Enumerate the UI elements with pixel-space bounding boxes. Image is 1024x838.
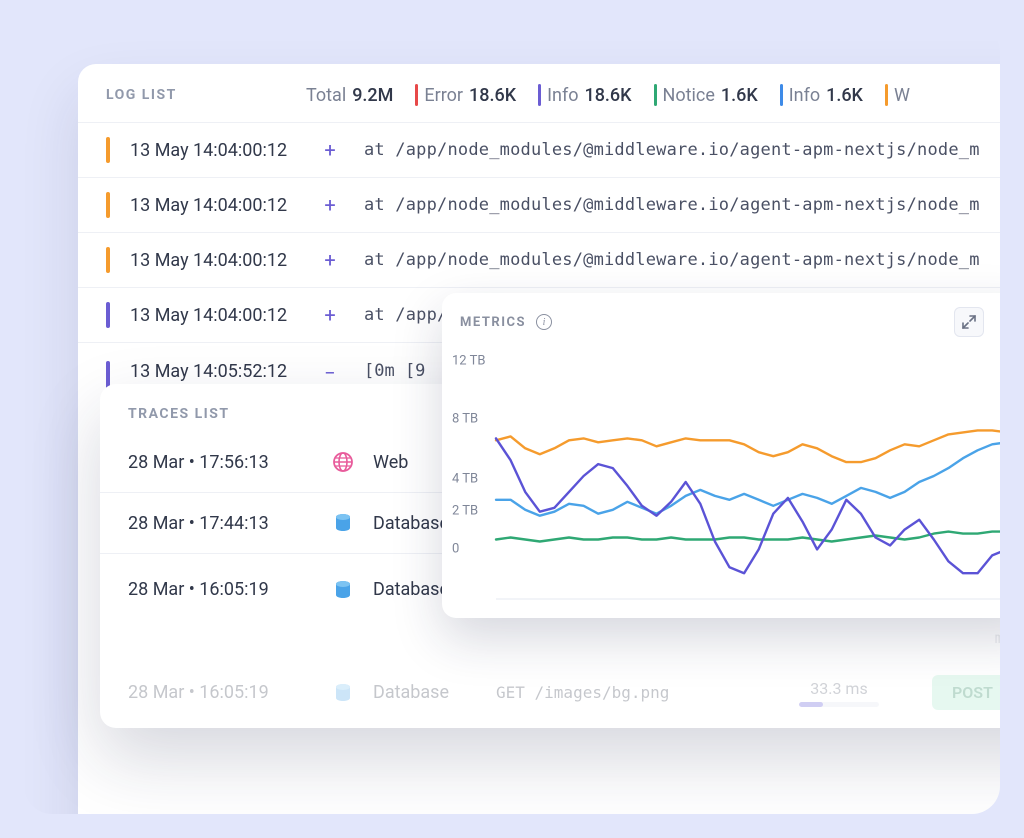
log-list-title: LOG LIST	[106, 87, 286, 103]
metrics-chart: 12 TB 8 TB 4 TB 2 TB 0	[442, 351, 1000, 611]
log-stat[interactable]: Total 9.2M	[306, 85, 393, 106]
stat-value: 1.6K	[826, 85, 863, 106]
log-stat[interactable]: Notice 1.6K	[654, 84, 758, 106]
info-icon[interactable]: i	[536, 314, 552, 330]
chart-ytick: 4 TB	[452, 472, 478, 487]
trace-latency: 33.3 ms	[764, 679, 914, 707]
expand-toggle-icon[interactable]: +	[318, 138, 342, 162]
log-timestamp: 13 May 14:04:00:12	[130, 250, 318, 271]
log-timestamp: 13 May 14:04:00:12	[130, 140, 318, 161]
metrics-title: METRICS	[460, 315, 526, 330]
stat-value: 18.6K	[469, 85, 516, 106]
stat-label: Info	[547, 85, 578, 106]
stat-label: Total	[306, 85, 346, 106]
severity-bar-icon	[106, 302, 110, 328]
stage: LOG LIST Total 9.2M Error 18.6K Info 18.6K Not…	[24, 24, 1000, 814]
expand-icon[interactable]	[954, 307, 984, 337]
log-message: at /app/node_modules/@middleware.io/agen…	[364, 250, 980, 270]
latency-value: 33.3 ms	[810, 679, 867, 698]
stat-bar-icon	[654, 84, 657, 106]
stat-label: W	[894, 85, 910, 106]
chart-ytick: 0	[452, 542, 459, 557]
stat-value: 1.6K	[721, 85, 758, 106]
latency-bar	[799, 702, 879, 707]
chart-ytick: 8 TB	[452, 412, 478, 427]
chart-series-green	[496, 532, 1000, 542]
log-row[interactable]: 13 May 14:04:00:12+ at /app/node_modules/…	[78, 232, 1000, 287]
log-row[interactable]: 13 May 14:04:00:12+ at /app/node_modules/…	[78, 177, 1000, 232]
stat-bar-icon	[885, 84, 888, 106]
trace-meta-line: mw_agent true	[100, 625, 1000, 657]
log-expanded-line: [0m [9	[364, 361, 425, 381]
stat-label: Notice	[663, 85, 715, 106]
log-message: at /app/node_modules/@middleware.io/agen…	[364, 195, 980, 215]
log-stat[interactable]: Info 1.6K	[780, 84, 863, 106]
stat-bar-icon	[538, 84, 541, 106]
trace-timestamp: 28 Mar • 17:44:13	[128, 513, 313, 534]
log-stats: Total9.2MError18.6KInfo18.6KNotice1.6KIn…	[306, 84, 910, 106]
log-stat[interactable]: W	[885, 84, 910, 106]
severity-bar-icon	[106, 192, 110, 218]
stat-value: 18.6K	[584, 85, 631, 106]
log-list-header: LOG LIST Total 9.2M Error 18.6K Info 18.6K Not…	[78, 64, 1000, 122]
trace-timestamp: 28 Mar • 16:05:19	[128, 579, 313, 600]
trace-timestamp: 28 Mar • 17:56:13	[128, 452, 313, 473]
trace-meta-text: mw_agent true	[995, 629, 1000, 647]
database-icon	[331, 511, 355, 535]
stat-label: Error	[424, 85, 463, 106]
log-timestamp: 13 May 14:04:00:12	[130, 305, 318, 326]
chart-series-orange	[496, 430, 1000, 462]
log-message: at /app/node_modules/@middleware.io/agen…	[364, 140, 980, 160]
stat-value: 9.2M	[352, 85, 393, 106]
log-row[interactable]: 13 May 14:04:00:12+ at /app/node_modules/…	[78, 122, 1000, 177]
filter-icon[interactable]	[994, 307, 1000, 337]
chart-ytick: 2 TB	[452, 504, 478, 519]
log-timestamp: 13 May 14:05:52:12	[130, 361, 318, 382]
chart-series-blue	[496, 442, 1000, 515]
chart-ytick: 12 TB	[452, 354, 485, 369]
collapse-toggle-icon[interactable]: −	[318, 361, 342, 385]
log-stat[interactable]: Error 18.6K	[415, 84, 516, 106]
expand-toggle-icon[interactable]: +	[318, 303, 342, 327]
trace-row: 28 Mar • 16:05:19 Database GET /images/bg.…	[100, 657, 1000, 728]
trace-kind: Database	[373, 682, 478, 703]
chart-series-purple	[496, 438, 1000, 575]
metrics-header: METRICS i	[442, 293, 1000, 351]
trace-timestamp: 28 Mar • 16:05:19	[128, 682, 313, 703]
trace-ghost-row: 28 Mar • 16:05:19 Database GET /images/bg.…	[100, 657, 1000, 728]
log-stat[interactable]: Info 18.6K	[538, 84, 631, 106]
stat-bar-icon	[415, 84, 418, 106]
stat-bar-icon	[780, 84, 783, 106]
expand-toggle-icon[interactable]: +	[318, 193, 342, 217]
trace-path: GET /images/bg.png	[496, 683, 746, 702]
metrics-panel: METRICS i 12 TB 8 TB 4 TB 2 TB 0	[442, 293, 1000, 618]
severity-bar-icon	[106, 247, 110, 273]
database-icon	[331, 681, 355, 705]
method-badge: POST	[932, 675, 1000, 710]
severity-bar-icon	[106, 137, 110, 163]
database-icon	[331, 578, 355, 602]
stat-label: Info	[789, 85, 820, 106]
expand-toggle-icon[interactable]: +	[318, 248, 342, 272]
globe-icon	[331, 450, 355, 474]
log-timestamp: 13 May 14:04:00:12	[130, 195, 318, 216]
